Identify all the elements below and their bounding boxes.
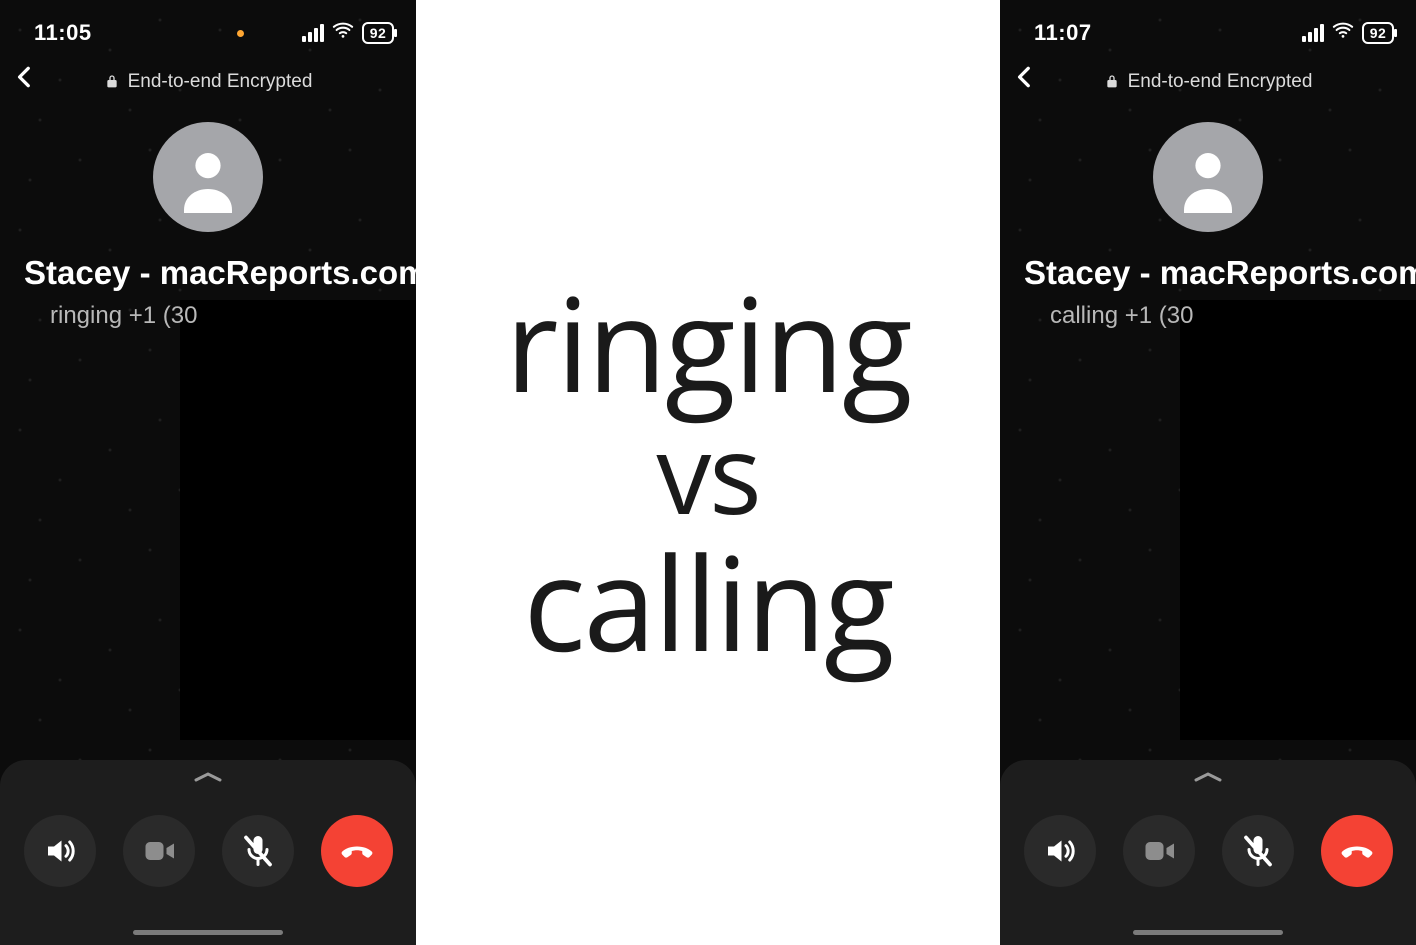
- cellular-signal-icon: [1302, 24, 1324, 42]
- status-right-cluster: 92: [237, 19, 394, 47]
- call-status-text: ringing +1 (30: [0, 302, 416, 330]
- status-right-cluster: 92: [1302, 19, 1394, 47]
- status-time: 11:07: [1034, 20, 1092, 46]
- encryption-label: End-to-end Encrypted: [1128, 71, 1313, 93]
- mute-button[interactable]: [1222, 815, 1294, 887]
- avatar-wrap: [1000, 122, 1416, 232]
- video-button[interactable]: [123, 815, 195, 887]
- end-call-button[interactable]: [1321, 815, 1393, 887]
- person-icon: [1172, 141, 1244, 213]
- end-call-icon: [1339, 833, 1375, 869]
- video-icon: [1141, 833, 1177, 869]
- nav-row: End-to-end Encrypted: [1000, 58, 1416, 106]
- call-buttons-row: [1000, 784, 1416, 945]
- wifi-icon: [1332, 19, 1354, 47]
- mic-off-icon: [1240, 833, 1276, 869]
- status-time: 11:05: [34, 20, 92, 46]
- encryption-label: End-to-end Encrypted: [128, 71, 313, 93]
- video-button[interactable]: [1123, 815, 1195, 887]
- avatar[interactable]: [153, 122, 263, 232]
- lock-icon: [104, 74, 120, 90]
- headline-line-3: calling: [523, 532, 892, 672]
- panel-drag-handle[interactable]: [1192, 770, 1224, 784]
- lock-icon: [1104, 74, 1120, 90]
- redaction-mask: [1180, 300, 1416, 740]
- wifi-icon: [332, 19, 354, 47]
- mic-off-icon: [240, 833, 276, 869]
- comparison-headline: ringing vs calling: [416, 0, 1000, 945]
- call-controls-panel: [1000, 760, 1416, 945]
- cellular-signal-icon: [302, 24, 324, 42]
- contact-name: Stacey - macReports.com: [1000, 254, 1416, 292]
- call-controls-panel: [0, 760, 416, 945]
- home-indicator[interactable]: [1133, 930, 1283, 935]
- encryption-indicator: End-to-end Encrypted: [1104, 71, 1313, 93]
- redaction-mask: [180, 300, 416, 740]
- headline-line-1: ringing: [505, 273, 910, 413]
- encryption-indicator: End-to-end Encrypted: [104, 71, 313, 93]
- speaker-button[interactable]: [1024, 815, 1096, 887]
- status-bar: 11:05 92: [0, 0, 416, 52]
- end-call-button[interactable]: [321, 815, 393, 887]
- panel-drag-handle[interactable]: [192, 770, 224, 784]
- call-buttons-row: [0, 784, 416, 945]
- mute-button[interactable]: [222, 815, 294, 887]
- phone-screenshot-left: 11:05 92 End-to-end Encrypted: [0, 0, 416, 945]
- speaker-button[interactable]: [24, 815, 96, 887]
- end-call-icon: [339, 833, 375, 869]
- phone-screenshot-right: 11:07 92 End-to-end Encrypted S: [1000, 0, 1416, 945]
- chevron-up-icon: [1192, 770, 1224, 784]
- status-bar: 11:07 92: [1000, 0, 1416, 52]
- speaker-icon: [1042, 833, 1078, 869]
- back-button[interactable]: [1012, 64, 1038, 95]
- battery-indicator: 92: [362, 22, 394, 44]
- battery-indicator: 92: [1362, 22, 1394, 44]
- chevron-left-icon: [12, 64, 38, 90]
- avatar[interactable]: [1153, 122, 1263, 232]
- chevron-left-icon: [1012, 64, 1038, 90]
- avatar-wrap: [0, 122, 416, 232]
- back-button[interactable]: [12, 64, 38, 95]
- chevron-up-icon: [192, 770, 224, 784]
- privacy-dot-icon: [237, 30, 244, 37]
- nav-row: End-to-end Encrypted: [0, 58, 416, 106]
- video-icon: [141, 833, 177, 869]
- speaker-icon: [42, 833, 78, 869]
- person-icon: [172, 141, 244, 213]
- call-status-text: calling +1 (30: [1000, 302, 1416, 330]
- home-indicator[interactable]: [133, 930, 283, 935]
- contact-name: Stacey - macReports.com: [0, 254, 416, 292]
